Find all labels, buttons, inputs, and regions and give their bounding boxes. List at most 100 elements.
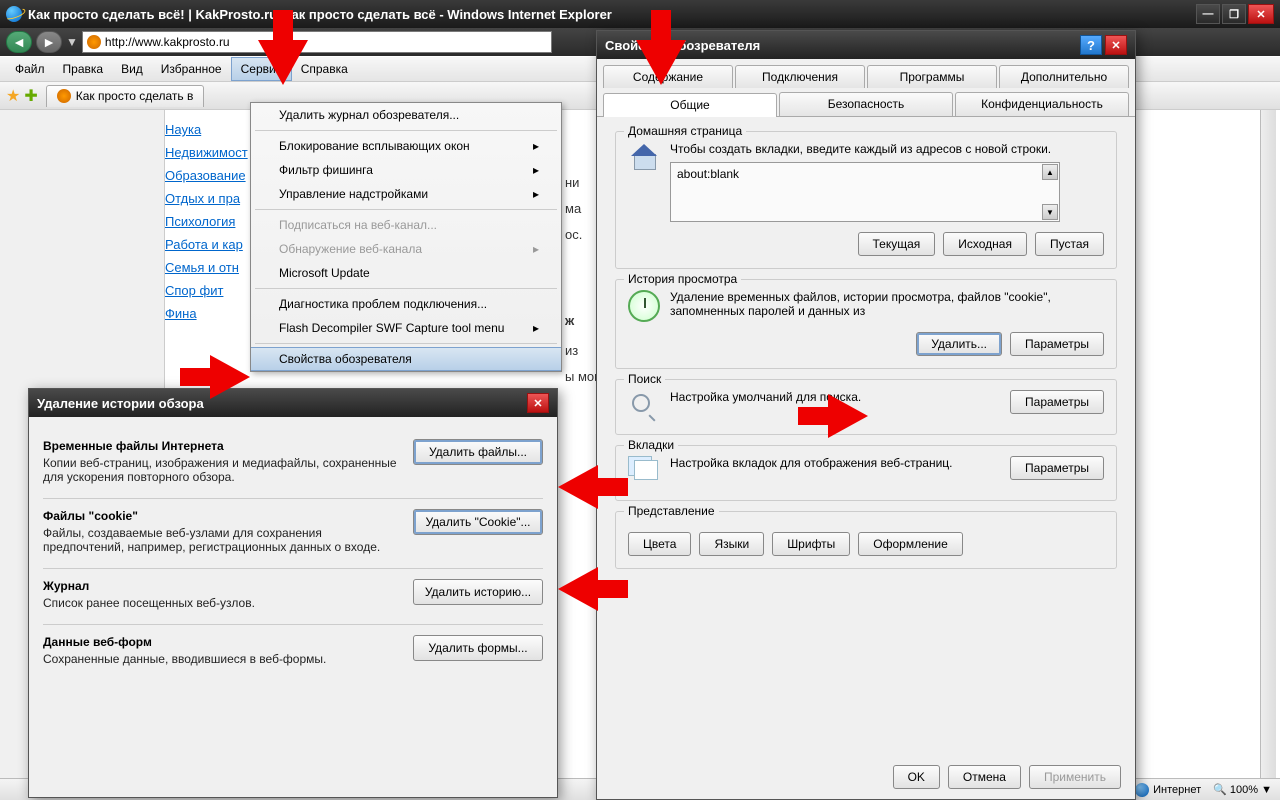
maximize-button[interactable]: ❐ [1222, 4, 1246, 24]
arrow-icon [558, 465, 598, 509]
group-appearance: Представление ЦветаЯзыкиШрифтыОформление [615, 511, 1117, 569]
delete-action-button[interactable]: Удалить "Cookie"... [413, 509, 543, 535]
menu-item: Обнаружение веб-канала▸ [251, 237, 561, 261]
tabs-icon [628, 456, 660, 488]
menu-item[interactable]: Свойства обозревателя [251, 347, 561, 371]
dialog-footer: OK Отмена Применить [893, 765, 1121, 789]
close-button[interactable]: ✕ [1248, 4, 1274, 24]
menu-favorites[interactable]: Избранное [152, 58, 231, 80]
arrow-icon [258, 40, 308, 85]
appearance-button[interactable]: Оформление [858, 532, 962, 556]
apply-button[interactable]: Применить [1029, 765, 1121, 789]
link-science[interactable]: Наука [165, 118, 245, 141]
tab-favicon-icon [57, 89, 71, 103]
section-heading: Файлы "cookie" [43, 509, 399, 523]
tabs-settings-button[interactable]: Параметры [1010, 456, 1104, 480]
delete-section: Временные файлы Интернета Копии веб-стран… [43, 429, 543, 499]
minimize-button[interactable]: — [1196, 4, 1220, 24]
ok-button[interactable]: OK [893, 765, 940, 789]
appearance-button[interactable]: Шрифты [772, 532, 850, 556]
menu-item: Подписаться на веб-канал... [251, 213, 561, 237]
dialog-titlebar[interactable]: Удаление истории обзора ✕ [29, 389, 557, 417]
group-legend: Домашняя страница [624, 124, 746, 138]
menu-file[interactable]: Файл [6, 58, 54, 80]
delete-history-dialog: Удаление истории обзора ✕ Временные файл… [28, 388, 558, 798]
group-home: Домашняя страница Чтобы создать вкладки,… [615, 131, 1117, 269]
home-button[interactable]: Текущая [858, 232, 936, 256]
arrow-icon [636, 40, 686, 85]
window-title: Как просто сделать всё! | KakProsto.ru: … [28, 7, 612, 22]
section-heading: Журнал [43, 579, 399, 593]
site-favicon-icon [87, 35, 101, 49]
group-legend: Вкладки [624, 438, 678, 452]
home-url-value: about:blank [677, 167, 739, 181]
address-url: http://www.kakprosto.ru [105, 35, 230, 49]
arrow-icon [210, 355, 250, 399]
favorites-star-icon[interactable]: ★ [6, 86, 20, 106]
browser-tab[interactable]: Как просто сделать в [46, 85, 205, 107]
dialog-close-button[interactable]: ✕ [527, 393, 549, 413]
globe-icon [1135, 783, 1149, 797]
home-button[interactable]: Пустая [1035, 232, 1104, 256]
status-zoom[interactable]: 🔍 100% ▼ [1213, 783, 1272, 796]
forward-button[interactable]: ► [36, 31, 62, 53]
delete-action-button[interactable]: Удалить историю... [413, 579, 543, 605]
home-url-textbox[interactable]: about:blank ▲ ▼ [670, 162, 1060, 222]
menu-item[interactable]: Microsoft Update [251, 261, 561, 285]
delete-section: Данные веб-формСохраненные данные, вводи… [43, 625, 543, 680]
group-legend: Представление [624, 504, 719, 518]
options-tab[interactable]: Общие [603, 93, 777, 117]
options-tab[interactable]: Конфиденциальность [955, 92, 1129, 116]
menu-item[interactable]: Удалить журнал обозревателя... [251, 103, 561, 127]
menu-item[interactable]: Диагностика проблем подключения... [251, 292, 561, 316]
options-tab[interactable]: Программы [867, 65, 997, 88]
delete-section: Файлы "cookie"Файлы, создаваемые веб-узл… [43, 499, 543, 569]
tools-dropdown: Удалить журнал обозревателя... Блокирован… [250, 102, 562, 372]
menu-item[interactable]: Flash Decompiler SWF Capture tool menu▸ [251, 316, 561, 340]
home-button[interactable]: Исходная [943, 232, 1027, 256]
group-tabs: Вкладки Настройка вкладок для отображени… [615, 445, 1117, 501]
menu-view[interactable]: Вид [112, 58, 152, 80]
back-button[interactable]: ◄ [6, 31, 32, 53]
delete-history-button[interactable]: Удалить... [916, 332, 1002, 356]
link-family[interactable]: Семья и отн [165, 256, 245, 279]
home-icon [628, 142, 660, 174]
menu-item[interactable]: Фильтр фишинга▸ [251, 158, 561, 182]
link-realestate[interactable]: Недвижимост [165, 141, 245, 164]
options-tab[interactable]: Безопасность [779, 92, 953, 116]
link-sport[interactable]: Спор фит [165, 279, 245, 302]
link-finance[interactable]: Фина [165, 302, 245, 325]
delete-section: Журнал Список ранее посещенных веб-узлов.… [43, 569, 543, 625]
section-heading: Временные файлы Интернета [43, 439, 399, 453]
menu-item[interactable]: Управление надстройками▸ [251, 182, 561, 206]
history-settings-button[interactable]: Параметры [1010, 332, 1104, 356]
link-rest[interactable]: Отдых и пра [165, 187, 245, 210]
options-tab[interactable]: Подключения [735, 65, 865, 88]
address-bar[interactable]: http://www.kakprosto.ru [82, 31, 552, 53]
appearance-button[interactable]: Цвета [628, 532, 691, 556]
delete-action-button[interactable]: Удалить формы... [413, 635, 543, 661]
link-education[interactable]: Образование [165, 164, 245, 187]
menu-edit[interactable]: Правка [54, 58, 113, 80]
search-settings-button[interactable]: Параметры [1010, 390, 1104, 414]
category-links: Наука Недвижимост Образование Отдых и пр… [165, 118, 245, 325]
group-legend: Поиск [624, 372, 665, 386]
textbox-scroll-up[interactable]: ▲ [1042, 164, 1058, 180]
link-work[interactable]: Работа и кар [165, 233, 245, 256]
vertical-scrollbar[interactable] [1260, 110, 1276, 800]
dialog-help-button[interactable]: ? [1080, 35, 1102, 55]
link-psychology[interactable]: Психология [165, 210, 245, 233]
appearance-button[interactable]: Языки [699, 532, 764, 556]
dialog-close-button[interactable]: ✕ [1105, 35, 1127, 55]
ie-icon [6, 6, 22, 22]
delete-action-button[interactable]: Удалить файлы... [413, 439, 543, 465]
arrow-icon [828, 394, 868, 438]
textbox-scroll-down[interactable]: ▼ [1042, 204, 1058, 220]
section-desc: Список ранее посещенных веб-узлов. [43, 596, 399, 610]
tab-title: Как просто сделать в [76, 89, 194, 103]
section-desc: Копии веб-страниц, изображения и медиафа… [43, 456, 399, 484]
options-tab[interactable]: Дополнительно [999, 65, 1129, 88]
add-favorite-icon[interactable]: ✚ [24, 86, 37, 106]
menu-item[interactable]: Блокирование всплывающих окон▸ [251, 134, 561, 158]
cancel-button[interactable]: Отмена [948, 765, 1021, 789]
